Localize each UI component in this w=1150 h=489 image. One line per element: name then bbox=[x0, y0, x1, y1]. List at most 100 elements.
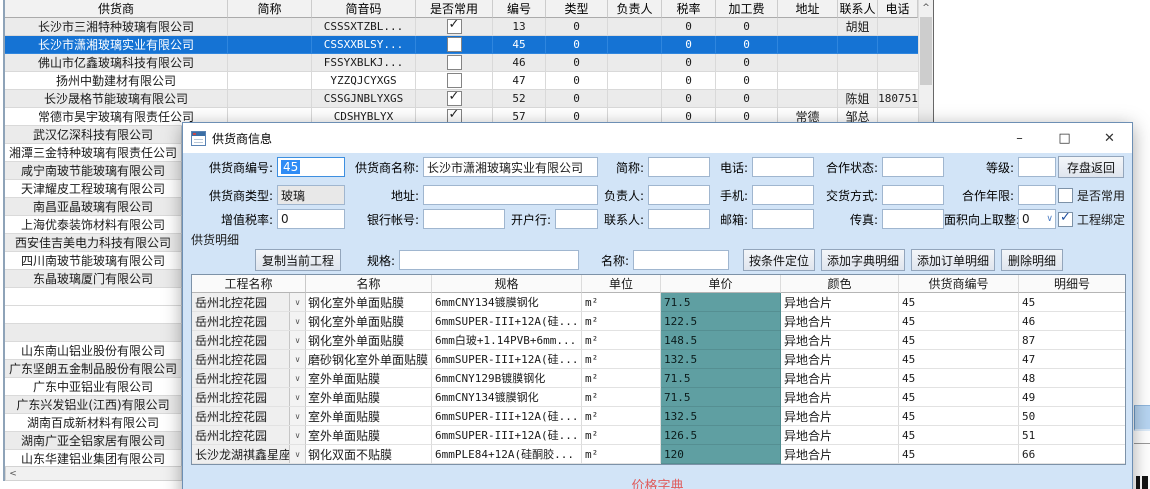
supplier-list-item[interactable]: 西安佳吉美电力科技有限公司 bbox=[5, 234, 182, 252]
cell-price[interactable]: 71.5 bbox=[661, 388, 781, 407]
chevron-down-icon[interactable] bbox=[289, 293, 305, 311]
supplier-grid-row[interactable]: 长沙晟格节能玻璃有限公司 CSSGJNBLYXGS 52 0 0 0 陈姐 18… bbox=[5, 90, 918, 108]
project-combo[interactable]: 岳州北控花园 bbox=[192, 293, 306, 312]
common-checkbox[interactable] bbox=[447, 55, 462, 70]
supplier-list-item[interactable]: 咸宁南玻节能玻璃有限公司 bbox=[5, 162, 182, 180]
scroll-left-icon[interactable]: < bbox=[6, 469, 20, 479]
grade-input[interactable] bbox=[1018, 157, 1056, 177]
chevron-down-icon[interactable] bbox=[289, 388, 305, 406]
cell-price[interactable]: 122.5 bbox=[661, 312, 781, 331]
abbr-input[interactable] bbox=[648, 157, 710, 177]
scroll-up-icon[interactable]: ^ bbox=[919, 0, 933, 16]
cell-price[interactable]: 71.5 bbox=[661, 293, 781, 312]
add-dictionary-detail-button[interactable]: 添加字典明细 bbox=[821, 249, 905, 271]
cell-price[interactable]: 126.5 bbox=[661, 426, 781, 445]
supplier-list-item[interactable]: 湖南广亚全铝家居有限公司 bbox=[5, 432, 182, 450]
cell-price[interactable]: 120 bbox=[661, 445, 781, 464]
add-order-detail-button[interactable]: 添加订单明细 bbox=[911, 249, 995, 271]
project-bind-checkbox[interactable] bbox=[1058, 212, 1073, 227]
detail-grid-row[interactable]: 岳州北控花园 钢化室外单面贴膜 6mm白玻+1.14PVB+6mm... m² … bbox=[192, 331, 1125, 350]
supplier-list-item[interactable]: 山东南山铝业股份有限公司 bbox=[5, 342, 182, 360]
email-input[interactable] bbox=[752, 209, 814, 229]
area-round-up-combo[interactable]: 0 bbox=[1018, 209, 1056, 229]
locate-by-condition-button[interactable]: 按条件定位 bbox=[743, 249, 815, 271]
supplier-list-item[interactable]: 南昌亚晶玻璃有限公司 bbox=[5, 198, 182, 216]
detail-grid-row[interactable]: 岳州北控花园 室外单面贴膜 6mmSUPER-III+12A(硅... m² 1… bbox=[192, 426, 1125, 445]
supplier-list-item[interactable]: 天津耀皮工程玻璃有限公司 bbox=[5, 180, 182, 198]
supplier-name-input[interactable]: 长沙市潇湘玻璃实业有限公司 bbox=[423, 157, 598, 177]
project-bind-checkbox-group[interactable]: 工程绑定 bbox=[1058, 211, 1124, 228]
bank-account-input[interactable] bbox=[423, 209, 505, 229]
chevron-down-icon[interactable] bbox=[289, 407, 305, 425]
vertical-scrollbar[interactable]: ^ bbox=[918, 0, 933, 126]
detail-grid-row[interactable]: 岳州北控花园 室外单面贴膜 6mmCNY129B镀膜钢化 m² 71.5 异地合… bbox=[192, 369, 1125, 388]
chevron-down-icon[interactable] bbox=[289, 426, 305, 444]
cell-price[interactable]: 132.5 bbox=[661, 350, 781, 369]
horizontal-scrollbar[interactable]: < bbox=[5, 466, 182, 481]
common-use-checkbox[interactable] bbox=[1058, 188, 1073, 203]
delete-detail-button[interactable]: 删除明细 bbox=[1001, 249, 1063, 271]
project-combo[interactable]: 岳州北控花园 bbox=[192, 312, 306, 331]
common-checkbox[interactable] bbox=[447, 73, 462, 88]
detail-grid-row[interactable]: 长沙龙湖祺鑫星座 钢化双面不贴膜 6mmPLE84+12A(硅酮胶... m² … bbox=[192, 445, 1125, 464]
supplier-list-item[interactable] bbox=[5, 324, 182, 342]
supplier-list-item[interactable]: 广东中亚铝业有限公司 bbox=[5, 378, 182, 396]
chevron-down-icon[interactable] bbox=[289, 369, 305, 387]
common-checkbox[interactable] bbox=[447, 37, 462, 52]
project-combo[interactable]: 岳州北控花园 bbox=[192, 369, 306, 388]
contact-input[interactable] bbox=[648, 209, 710, 229]
detail-grid-row[interactable]: 岳州北控花园 磨砂钢化室外单面贴膜 6mmSUPER-III+12A(硅... … bbox=[192, 350, 1125, 369]
supplier-grid-row[interactable]: 扬州中勤建材有限公司 YZZQJCYXGS 47 0 0 0 bbox=[5, 72, 918, 90]
supplier-list-item[interactable]: 湖南百成新材料有限公司 bbox=[5, 414, 182, 432]
leader-input[interactable] bbox=[648, 185, 710, 205]
bank-name-input[interactable] bbox=[555, 209, 598, 229]
supplier-list-item[interactable]: 上海优泰装饰材料有限公司 bbox=[5, 216, 182, 234]
supplier-list-item[interactable] bbox=[5, 306, 182, 324]
supplier-list-item[interactable]: 四川南玻节能玻璃有限公司 bbox=[5, 252, 182, 270]
delivery-input[interactable] bbox=[882, 185, 944, 205]
project-combo[interactable]: 岳州北控花园 bbox=[192, 388, 306, 407]
minimize-button[interactable]: – bbox=[997, 123, 1042, 153]
cell-price[interactable]: 132.5 bbox=[661, 407, 781, 426]
name-filter-input[interactable] bbox=[633, 250, 729, 270]
supplier-list-item[interactable] bbox=[5, 288, 182, 306]
project-combo[interactable]: 岳州北控花园 bbox=[192, 407, 306, 426]
supplier-grid-row[interactable]: 长沙市潇湘玻璃实业有限公司 CSSXXBLSY... 45 0 0 0 bbox=[5, 36, 918, 54]
project-combo[interactable]: 岳州北控花园 bbox=[192, 331, 306, 350]
supplier-list-item[interactable]: 广东坚朗五金制品股份有限公司 bbox=[5, 360, 182, 378]
project-combo[interactable]: 岳州北控花园 bbox=[192, 426, 306, 445]
coop-status-input[interactable] bbox=[882, 157, 944, 177]
supplier-list-item[interactable]: 广东兴发铝业(江西)有限公司 bbox=[5, 396, 182, 414]
scrollbar-thumb[interactable] bbox=[920, 17, 932, 85]
chevron-down-icon[interactable] bbox=[289, 331, 305, 349]
project-combo[interactable]: 岳州北控花园 bbox=[192, 350, 306, 369]
save-return-button[interactable]: 存盘返回 bbox=[1058, 156, 1124, 178]
mobile-input[interactable] bbox=[752, 185, 814, 205]
common-use-checkbox-group[interactable]: 是否常用 bbox=[1058, 187, 1124, 204]
spec-filter-input[interactable] bbox=[399, 250, 579, 270]
chevron-down-icon[interactable] bbox=[289, 350, 305, 368]
detail-grid-row[interactable]: 岳州北控花园 钢化室外单面贴膜 6mmCNY134镀膜钢化 m² 71.5 异地… bbox=[192, 293, 1125, 312]
address-input[interactable] bbox=[423, 185, 598, 205]
common-checkbox[interactable] bbox=[447, 19, 462, 34]
supplier-grid-row[interactable]: 长沙市三湘特种玻璃有限公司 CSSSXTZBL... 13 0 0 0 胡姐 bbox=[5, 18, 918, 36]
maximize-button[interactable]: □ bbox=[1042, 123, 1087, 153]
chevron-down-icon[interactable] bbox=[289, 312, 305, 330]
cell-price[interactable]: 148.5 bbox=[661, 331, 781, 350]
chevron-down-icon[interactable] bbox=[289, 445, 305, 463]
coop-years-input[interactable] bbox=[1018, 185, 1056, 205]
supplier-grid-row[interactable]: 佛山市亿鑫玻璃科技有限公司 FSSYXBLKJ... 46 0 0 0 bbox=[5, 54, 918, 72]
detail-grid-row[interactable]: 岳州北控花园 室外单面贴膜 6mmSUPER-III+12A(硅... m² 1… bbox=[192, 407, 1125, 426]
detail-grid-row[interactable]: 岳州北控花园 室外单面贴膜 6mmCNY134镀膜钢化 m² 71.5 异地合片… bbox=[192, 388, 1125, 407]
vat-rate-input[interactable]: 0 bbox=[277, 209, 345, 229]
fax-input[interactable] bbox=[882, 209, 944, 229]
supplier-list-item[interactable]: 东晶玻璃厦门有限公司 bbox=[5, 270, 182, 288]
detail-grid-row[interactable]: 岳州北控花园 钢化室外单面贴膜 6mmSUPER-III+12A(硅... m²… bbox=[192, 312, 1125, 331]
supplier-id-input[interactable]: 45 bbox=[277, 157, 345, 177]
phone-input[interactable] bbox=[752, 157, 814, 177]
supplier-list-item[interactable]: 湘潭三金特种玻璃有限责任公司 bbox=[5, 144, 182, 162]
dialog-titlebar[interactable]: 供货商信息 – □ ✕ bbox=[183, 123, 1132, 153]
supplier-list-item[interactable]: 武汉亿深科技有限公司 bbox=[5, 126, 182, 144]
common-checkbox[interactable] bbox=[447, 91, 462, 106]
close-button[interactable]: ✕ bbox=[1087, 123, 1132, 153]
